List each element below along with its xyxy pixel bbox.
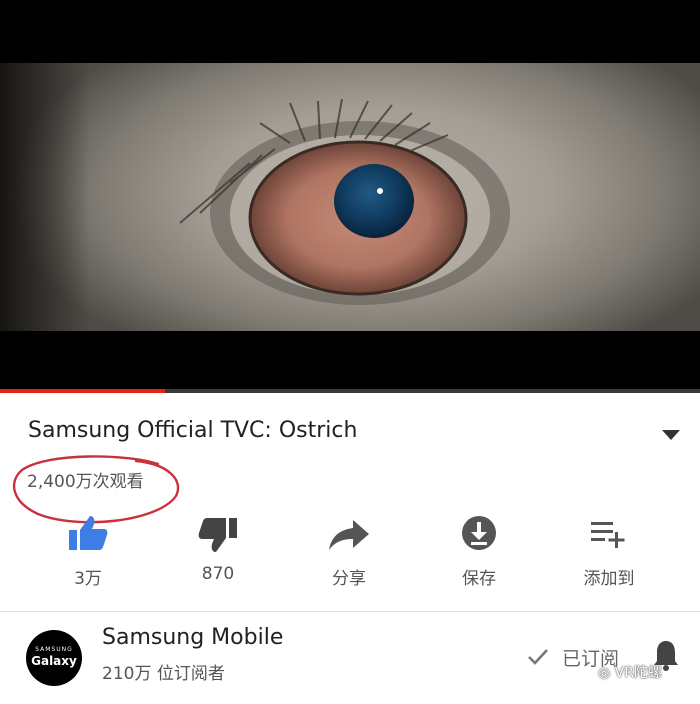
download-icon [462, 516, 496, 550]
like-count: 3万 [74, 569, 102, 589]
share-icon [329, 520, 369, 550]
video-title: Samsung Official TVC: Ostrich [28, 418, 358, 443]
avatar-logo-line2: Galaxy [31, 654, 77, 668]
video-frame-ostrich-eye [0, 63, 700, 331]
add-to-playlist-icon [591, 522, 625, 548]
share-label: 分享 [332, 569, 366, 589]
divider [0, 611, 700, 612]
thumbs-up-icon [69, 516, 108, 550]
share-button[interactable]: 分享 [294, 512, 404, 589]
dislike-count: 870 [201, 564, 235, 584]
checkmark-icon[interactable] [526, 645, 550, 669]
watermark-text: VR陀螺 [614, 665, 662, 681]
add-to-button[interactable]: 添加到 [554, 512, 664, 589]
subscriber-count: 210万 位订阅者 [102, 664, 225, 684]
wechat-icon: ◎ [598, 665, 615, 681]
video-player[interactable] [0, 0, 700, 393]
watermark: ◎ VR陀螺 [598, 662, 662, 682]
like-button[interactable]: 3万 [33, 512, 143, 589]
add-to-label: 添加到 [583, 569, 635, 589]
progress-bar-fill [0, 389, 165, 393]
ostrich-eye-image [179, 98, 510, 305]
action-row: 3万 870 分享 保存 添加到 [0, 512, 700, 602]
view-count: 2,400万次观看 [27, 472, 144, 492]
progress-bar[interactable] [0, 389, 700, 393]
dislike-button[interactable]: 870 [163, 512, 273, 584]
channel-avatar[interactable]: SAMSUNG Galaxy [26, 630, 82, 686]
chevron-down-icon[interactable] [660, 428, 682, 442]
save-label: 保存 [462, 569, 496, 589]
thumbs-down-icon [198, 518, 237, 552]
save-button[interactable]: 保存 [424, 512, 534, 589]
avatar-logo-line1: SAMSUNG [35, 646, 73, 653]
channel-name[interactable]: Samsung Mobile [102, 625, 283, 650]
